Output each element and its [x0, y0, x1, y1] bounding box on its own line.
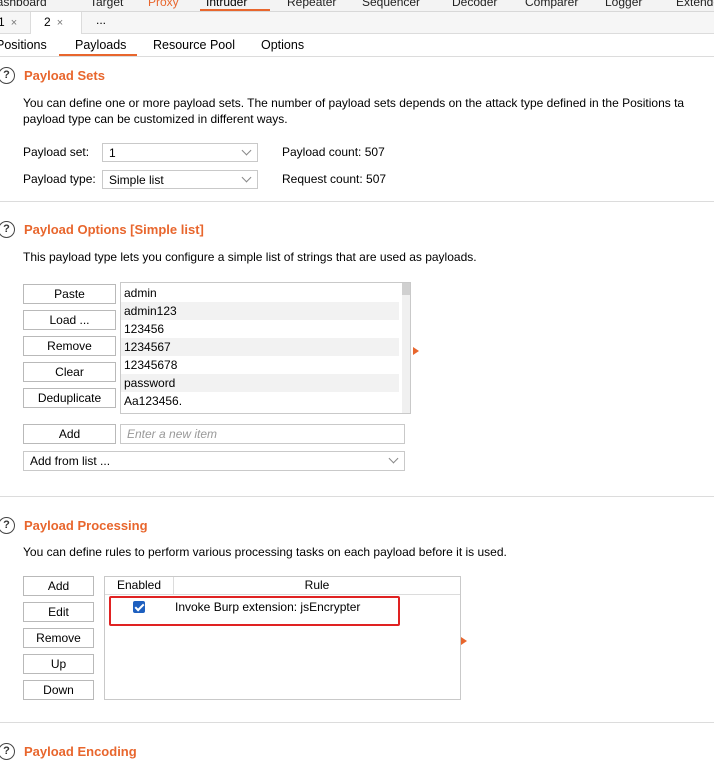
- clear-button[interactable]: Clear: [23, 362, 116, 382]
- chevron-down-icon: [388, 453, 399, 464]
- tool-tab-sequencer[interactable]: Sequencer: [362, 0, 420, 9]
- tool-tab-extender[interactable]: Extender: [676, 0, 714, 9]
- list-scrollbar[interactable]: [402, 283, 410, 413]
- tab-positions[interactable]: Positions: [0, 38, 47, 52]
- list-item[interactable]: admin: [121, 284, 399, 302]
- payload-encoding-title: Payload Encoding: [24, 744, 137, 759]
- tool-tab-target[interactable]: Target: [90, 0, 123, 9]
- payload-count: Payload count: 507: [282, 145, 385, 159]
- add-from-list-label: Add from list ...: [30, 454, 111, 468]
- section-divider: [0, 201, 714, 202]
- active-tool-underline: [200, 9, 270, 11]
- instance-tab-label: 1: [0, 15, 5, 29]
- up-rule-button[interactable]: Up: [23, 654, 94, 674]
- tool-tab-decoder[interactable]: Decoder: [452, 0, 497, 9]
- instance-tab-1[interactable]: 1 ×: [0, 15, 17, 29]
- close-icon[interactable]: ×: [11, 17, 17, 29]
- scrollbar-thumb[interactable]: [402, 283, 410, 295]
- chevron-down-icon: [241, 172, 252, 183]
- tool-tab-comparer[interactable]: Comparer: [525, 0, 578, 9]
- payload-set-value: 1: [109, 146, 116, 160]
- add-from-list-select[interactable]: Add from list ...: [23, 451, 405, 471]
- add-item-button[interactable]: Add: [23, 424, 116, 444]
- payload-set-select[interactable]: 1: [102, 143, 258, 162]
- instance-tab-bar: [0, 12, 714, 34]
- tool-tab-intruder[interactable]: Intruder: [206, 0, 247, 9]
- remove-rule-button[interactable]: Remove: [23, 628, 94, 648]
- payload-sets-description: You can define one or more payload sets.…: [23, 96, 685, 110]
- payload-set-label: Payload set:: [23, 145, 90, 159]
- active-subtab-underline: [59, 54, 137, 56]
- paste-button[interactable]: Paste: [23, 284, 116, 304]
- payload-processing-title: Payload Processing: [24, 518, 148, 533]
- payload-type-label: Payload type:: [23, 172, 96, 186]
- tab-options[interactable]: Options: [261, 38, 304, 52]
- list-item[interactable]: 12345678: [121, 356, 399, 374]
- list-item[interactable]: Aa123456.: [121, 392, 399, 410]
- tool-tab-proxy[interactable]: Proxy: [148, 0, 179, 9]
- expand-arrow-icon[interactable]: [461, 637, 467, 645]
- list-item[interactable]: admin123: [121, 302, 399, 320]
- tool-tab-logger[interactable]: Logger: [605, 0, 642, 9]
- section-divider: [0, 496, 714, 497]
- list-item[interactable]: 123456: [121, 320, 399, 338]
- request-count: Request count: 507: [282, 172, 387, 186]
- section-divider: [0, 722, 714, 723]
- payload-type-value: Simple list: [109, 173, 164, 187]
- edit-rule-button[interactable]: Edit: [23, 602, 94, 622]
- help-icon[interactable]: ?: [0, 517, 15, 534]
- processing-rules-table[interactable]: Enabled Rule Invoke Burp extension: jsEn…: [104, 576, 461, 700]
- list-item[interactable]: 1234567: [121, 338, 399, 356]
- payload-options-title: Payload Options [Simple list]: [24, 222, 204, 237]
- tool-tab-repeater[interactable]: Repeater: [287, 0, 336, 9]
- chevron-down-icon: [241, 145, 252, 156]
- load-button[interactable]: Load ...: [23, 310, 116, 330]
- tab-resource-pool[interactable]: Resource Pool: [153, 38, 235, 52]
- column-header-rule[interactable]: Rule: [174, 577, 460, 595]
- list-item[interactable]: password: [121, 374, 399, 392]
- remove-button[interactable]: Remove: [23, 336, 116, 356]
- tool-tab-bar: Dashboard Target Proxy Intruder Repeater…: [0, 0, 714, 12]
- payload-list[interactable]: admin admin123 123456 1234567 12345678 p…: [120, 282, 411, 414]
- instance-tab-more[interactable]: ...: [96, 13, 106, 27]
- payload-options-description: This payload type lets you configure a s…: [23, 250, 477, 264]
- tab-payloads[interactable]: Payloads: [75, 38, 126, 52]
- deduplicate-button[interactable]: Deduplicate: [23, 388, 116, 408]
- payload-sets-title: Payload Sets: [24, 68, 105, 83]
- highlight-box: [109, 596, 400, 626]
- down-rule-button[interactable]: Down: [23, 680, 94, 700]
- add-rule-button[interactable]: Add: [23, 576, 94, 596]
- new-item-input[interactable]: Enter a new item: [120, 424, 405, 444]
- column-header-enabled[interactable]: Enabled: [105, 577, 174, 595]
- close-icon[interactable]: ×: [57, 17, 63, 29]
- help-icon[interactable]: ?: [0, 221, 15, 238]
- payload-sets-description-2: payload type can be customized in differ…: [23, 112, 288, 126]
- help-icon[interactable]: ?: [0, 743, 15, 760]
- instance-tab-2[interactable]: 2 ×: [44, 15, 63, 29]
- expand-arrow-icon[interactable]: [413, 347, 419, 355]
- tool-tab-dashboard[interactable]: Dashboard: [0, 0, 47, 9]
- payload-processing-description: You can define rules to perform various …: [23, 545, 507, 559]
- payload-type-select[interactable]: Simple list: [102, 170, 258, 189]
- help-icon[interactable]: ?: [0, 67, 15, 84]
- instance-tab-label: 2: [44, 15, 51, 29]
